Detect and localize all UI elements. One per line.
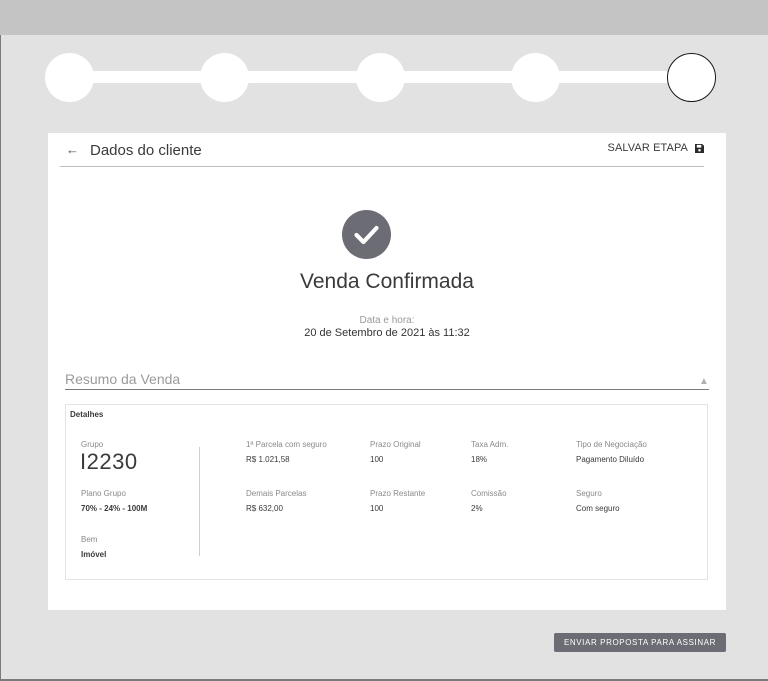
field-label: Taxa Adm.: [471, 440, 509, 449]
summary-title: Resumo da Venda: [65, 371, 181, 387]
progress-stepper: [0, 0, 768, 120]
field-label: Prazo Restante: [370, 489, 426, 498]
bem-label: Bem: [81, 535, 98, 544]
details-label: Detalhes: [70, 410, 104, 419]
arrow-left-icon[interactable]: ←: [66, 143, 79, 157]
grupo-label: Grupo: [81, 440, 104, 449]
field-value: 2%: [471, 504, 483, 513]
field-value: R$ 1.021,58: [246, 455, 290, 464]
step-2[interactable]: [200, 53, 249, 102]
floppy-disk-icon: [695, 143, 704, 153]
details-panel: Detalhes Grupo I2230 Plano Grupo 70% - 2…: [65, 404, 708, 580]
page-title: Dados do cliente: [90, 142, 202, 159]
frame-border-left: [0, 35, 1, 681]
triangle-up-icon[interactable]: ▲: [699, 376, 709, 387]
send-proposal-button[interactable]: ENVIAR PROPOSTA PARA ASSINAR: [554, 633, 726, 652]
field-value: 100: [370, 455, 384, 464]
plano-grupo-value: 70% - 24% - 100M: [81, 504, 148, 513]
field-label: Tipo de Negociação: [576, 440, 647, 449]
field-label: Prazo Original: [370, 440, 421, 449]
field-label: 1ª Parcela com seguro: [246, 440, 327, 449]
date-label: Data e hora:: [359, 315, 415, 326]
content-card: ← Dados do cliente SALVAR ETAPA Venda Co…: [48, 133, 726, 610]
grupo-value: I2230: [80, 449, 138, 474]
field-value: Com seguro: [576, 504, 620, 513]
card-header: ← Dados do cliente SALVAR ETAPA: [60, 133, 704, 167]
field-label: Comissão: [471, 489, 507, 498]
field-label: Demais Parcelas: [246, 489, 307, 498]
field-value: 100: [370, 504, 384, 513]
field-value: Pagamento Diluído: [576, 455, 645, 464]
save-step-button[interactable]: SALVAR ETAPA: [608, 142, 704, 154]
date-value: 20 de Setembro de 2021 às 11:32: [304, 327, 470, 339]
field-value: 18%: [471, 455, 488, 464]
bem-value: Imóvel: [81, 550, 107, 559]
field-value: R$ 632,00: [246, 504, 283, 513]
details-vertical-divider: [199, 447, 200, 556]
step-3[interactable]: [356, 53, 405, 102]
plano-grupo-label: Plano Grupo: [81, 489, 126, 498]
field-label: Seguro: [576, 489, 602, 498]
step-4[interactable]: [511, 53, 560, 102]
save-step-label: SALVAR ETAPA: [607, 142, 688, 154]
summary-divider: [65, 389, 709, 390]
check-circle-icon: [342, 210, 391, 259]
confirmation-title: Venda Confirmada: [300, 270, 474, 293]
step-5-current[interactable]: [667, 53, 716, 102]
step-1[interactable]: [45, 53, 94, 102]
